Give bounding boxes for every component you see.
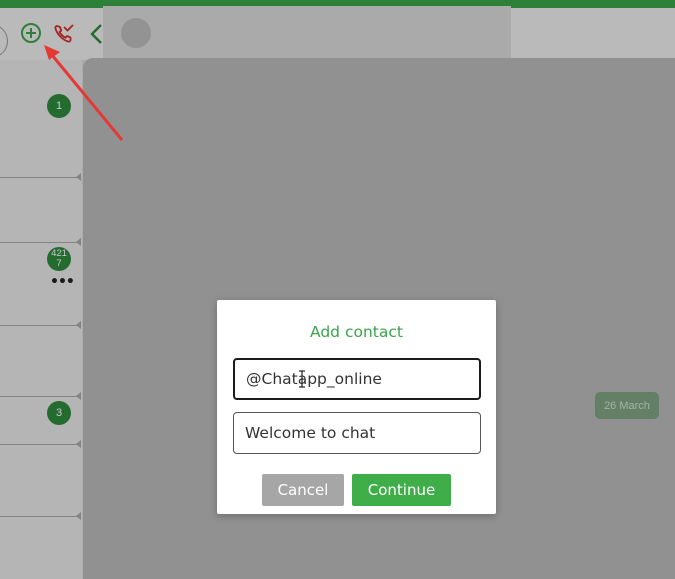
continue-button[interactable]: Continue [352,474,451,506]
message-input[interactable]: Welcome to chat [233,412,481,454]
username-input[interactable]: @Chatapp_online [233,358,481,400]
add-contact-dialog: Add contact @Chatapp_online Welcome to c… [217,300,496,514]
text-cursor-icon [299,370,305,388]
dialog-title: Add contact [310,323,403,341]
cancel-button[interactable]: Cancel [262,474,344,506]
